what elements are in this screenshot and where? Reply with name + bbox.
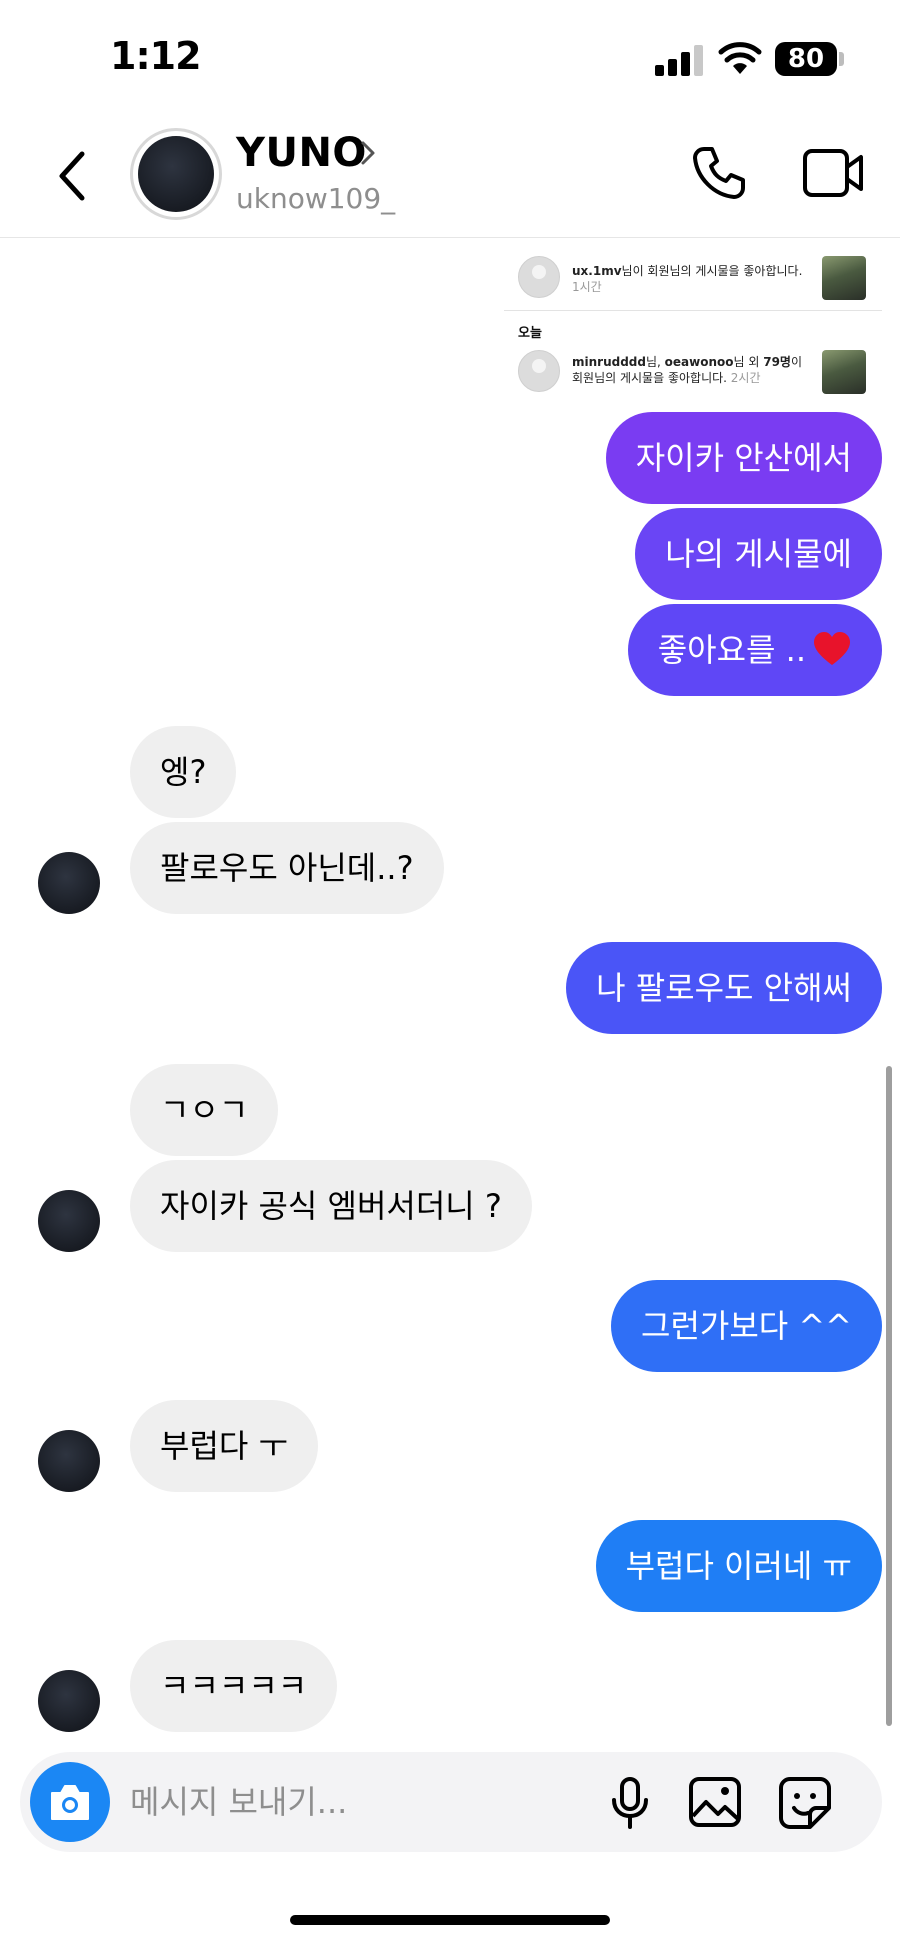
message-bubble-sent[interactable]: 그런가보다 ^^ <box>611 1280 882 1372</box>
home-indicator <box>290 1915 610 1925</box>
message-composer <box>20 1752 882 1852</box>
notification-text: ux.1mv님이 회원님의 게시물을 좋아합니다. 1시간 <box>572 264 803 294</box>
battery-nub <box>839 52 844 66</box>
wifi-icon <box>718 42 762 74</box>
chat-header: YUNO uknow109_ <box>0 120 900 238</box>
message-bubble-sent[interactable]: 좋아요를 .. <box>627 604 882 696</box>
phone-call-icon[interactable] <box>690 144 748 202</box>
message-bubble-received[interactable]: ㄱㅇㄱ <box>130 1064 279 1156</box>
message-bubble-received[interactable]: ㅋㅋㅋㅋㅋ <box>130 1640 338 1732</box>
message-bubble-received[interactable]: 자이카 공식 엠버서더니 ? <box>130 1160 532 1252</box>
message-bubble-sent[interactable]: 나 팔로우도 안해써 <box>566 942 882 1034</box>
status-time: 1:12 <box>110 34 202 78</box>
back-arrow-icon[interactable] <box>52 148 92 204</box>
message-bubble-received[interactable]: 팔로우도 아닌데..? <box>130 822 444 914</box>
contact-name[interactable]: YUNO <box>236 130 367 176</box>
heart-emoji-icon <box>814 632 850 665</box>
contact-username: uknow109_ <box>236 182 396 215</box>
avatar[interactable] <box>38 1670 100 1732</box>
avatar[interactable] <box>138 136 214 212</box>
message-input[interactable] <box>130 1752 590 1852</box>
battery-indicator: 80 <box>775 42 837 76</box>
shared-screenshot-preview[interactable]: ux.1mv님이 회원님의 게시물을 좋아합니다. 1시간 오늘 minrudd… <box>504 238 882 406</box>
camera-button[interactable] <box>30 1762 110 1842</box>
status-bar: 1:12 80 <box>0 0 900 120</box>
message-bubble-sent[interactable]: 자이카 안산에서 <box>605 412 882 504</box>
avatar <box>518 256 560 298</box>
chevron-right-icon[interactable] <box>358 138 378 168</box>
message-bubble-received[interactable]: 엥? <box>130 726 237 818</box>
camera-icon <box>51 1785 89 1820</box>
message-bubble-sent[interactable]: 나의 게시물에 <box>635 508 882 600</box>
section-heading: 오늘 <box>518 326 542 341</box>
post-thumbnail <box>822 350 866 394</box>
avatar[interactable] <box>38 1430 100 1492</box>
cellular-signal-icon <box>655 44 705 76</box>
post-thumbnail <box>822 256 866 300</box>
gallery-icon[interactable] <box>688 1776 742 1828</box>
sticker-icon[interactable] <box>778 1776 832 1830</box>
scrollbar[interactable] <box>886 1066 892 1726</box>
divider <box>504 310 882 311</box>
message-bubble-sent[interactable]: 부럽다 이러네 ㅠ <box>595 1520 882 1612</box>
avatar[interactable] <box>38 1190 100 1252</box>
microphone-icon[interactable] <box>606 1776 654 1830</box>
message-bubble-received[interactable]: 부럽다 ㅜ <box>130 1400 318 1492</box>
avatar[interactable] <box>38 852 100 914</box>
notification-text: minrudddd님, oeawonoo님 외 79명이 회원님의 게시물을 좋… <box>572 355 803 385</box>
video-call-icon[interactable] <box>802 146 864 200</box>
avatar <box>518 350 560 392</box>
